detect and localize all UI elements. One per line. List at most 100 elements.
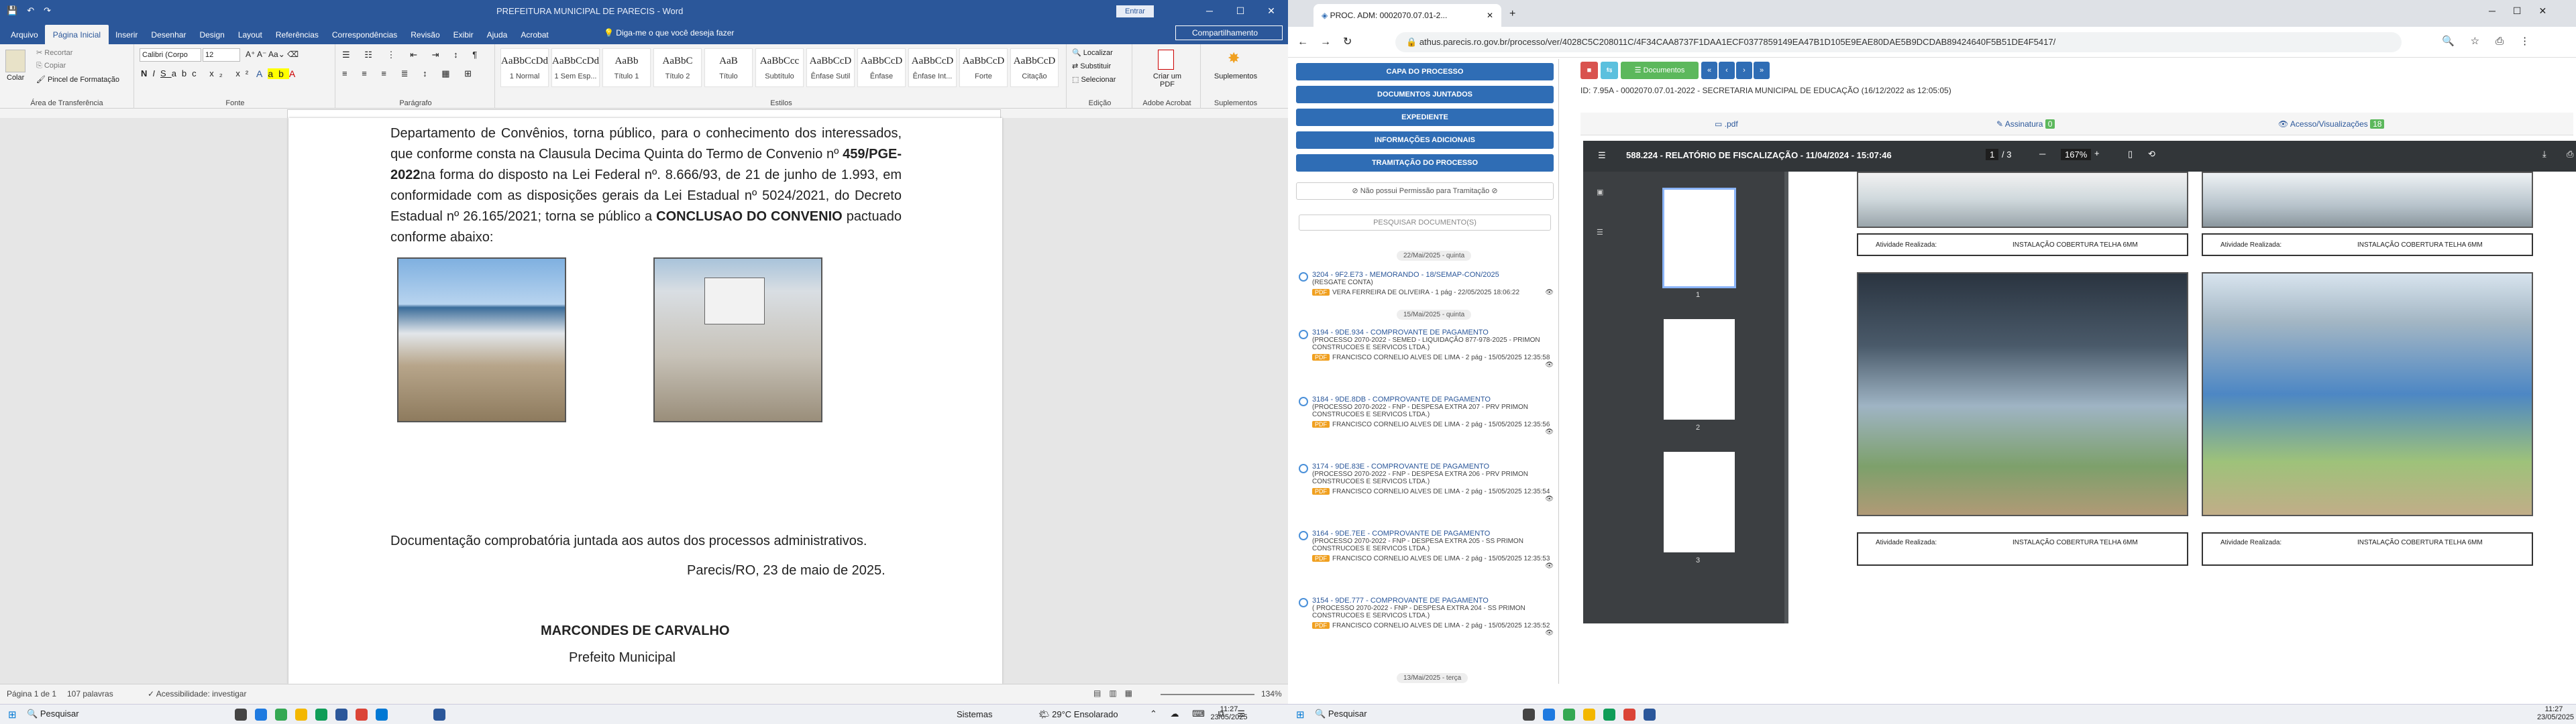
rotate-icon[interactable]: ⟲ [2148, 149, 2155, 160]
first-icon[interactable]: « [1701, 62, 1717, 79]
undo-icon[interactable]: ↶ [27, 5, 34, 16]
style-10[interactable]: AaBbCcD Citação [1010, 48, 1059, 87]
fit-page-icon[interactable]: ▯ [2128, 149, 2133, 160]
font-family-select[interactable]: Calibri (Corpo [140, 48, 201, 62]
style-2[interactable]: AaBb Título 1 [602, 48, 651, 87]
style-8[interactable]: AaBbCcD Ênfase Int... [908, 48, 957, 87]
tab-close-icon[interactable]: ✕ [1487, 11, 1493, 20]
list-icons[interactable]: ☰ ☷ ⋮ ⇤ ⇥ ↕ ¶ [342, 50, 483, 60]
font-format-icons[interactable]: NISabc x₂ x² [141, 68, 254, 78]
chrome-alt-icon-2[interactable] [1623, 709, 1635, 721]
page-count[interactable]: Página 1 de 1 [7, 689, 56, 699]
prev-icon[interactable]: ‹ [1719, 62, 1735, 79]
addins-button[interactable]: Suplementos [1209, 72, 1263, 80]
tab-2[interactable]: Inserir [109, 27, 144, 44]
document-list-item[interactable]: 3174 - 9DE.83E - COMPROVANTE DE PAGAMENT… [1296, 463, 1554, 503]
create-pdf-icon[interactable] [1158, 50, 1174, 70]
paste-icon[interactable] [5, 50, 25, 72]
outlook-icon[interactable] [335, 709, 347, 721]
document-list-item[interactable]: 3194 - 9DE.934 - COMPROVANTE DE PAGAMENT… [1296, 328, 1554, 369]
thumbnail-page-2[interactable] [1664, 319, 1735, 420]
url-input[interactable]: 🔒 athus.parecis.ro.gov.br/processo/ver/4… [1395, 32, 2402, 52]
systems-label[interactable]: Sistemas [957, 709, 992, 719]
documentos-button[interactable]: ☰ Documentos [1621, 62, 1699, 79]
tab-1[interactable]: Página Inicial [44, 25, 109, 44]
download-icon[interactable]: ⤓ [2542, 149, 2546, 160]
word-taskbar-icon-2[interactable] [1644, 709, 1656, 721]
edge-icon[interactable] [255, 709, 267, 721]
style-6[interactable]: AaBbCcD Ênfase Sutil [806, 48, 855, 87]
menu-icon[interactable]: ☰ [1598, 150, 1606, 161]
style-0[interactable]: AaBbCcDd 1 Normal [500, 48, 549, 87]
last-icon[interactable]: » [1754, 62, 1770, 79]
outline-view-icon[interactable]: ☰ [1597, 228, 1603, 237]
document-list-item[interactable]: 3154 - 9DE.777 - COMPROVANTE DE PAGAMENT… [1296, 597, 1554, 637]
style-4[interactable]: AaB Título [704, 48, 753, 87]
zoom-out-icon[interactable]: ─ [2039, 149, 2045, 159]
minimize-icon[interactable]: ─ [1194, 0, 1225, 21]
maximize-icon[interactable]: ☐ [1225, 0, 1256, 21]
style-7[interactable]: AaBbCcD Ênfase [857, 48, 906, 87]
share-icon[interactable]: ⇆ [1601, 62, 1618, 79]
view-icon[interactable]: 👁 [1545, 289, 1554, 296]
chrome-alt-icon[interactable] [356, 709, 368, 721]
save-icon[interactable]: 💾 [7, 5, 17, 16]
view-icon[interactable]: 👁 [1545, 495, 1554, 503]
tab-9[interactable]: Exibir [447, 27, 480, 44]
pdf-zoom[interactable]: 167% [2061, 149, 2092, 160]
pdf-page-content[interactable]: Atividade Realizada: INSTALAÇÃO COBERTURA… [1788, 172, 2576, 623]
style-9[interactable]: AaBbCcD Forte [959, 48, 1008, 87]
tab-6[interactable]: Referências [269, 27, 325, 44]
zoom-level[interactable]: 134% [1261, 689, 1282, 699]
accessibility-status[interactable]: ✓ Acessibilidade: investigar [148, 689, 246, 699]
nav-icons[interactable]: ←→↻ [1297, 35, 1364, 48]
print-icon[interactable]: ⎙ [2567, 149, 2573, 160]
document-list-item[interactable]: 3164 - 9DE.7EE - COMPROVANTE DE PAGAMENT… [1296, 530, 1554, 570]
clock-right[interactable]: 11:27 23/05/2025 [2537, 705, 2574, 721]
tab-8[interactable]: Revisão [404, 27, 446, 44]
next-icon[interactable]: › [1736, 62, 1752, 79]
sidepanel-button-0[interactable]: CAPA DO PROCESSO [1296, 63, 1554, 80]
view-icon[interactable]: 👁 [1545, 361, 1554, 369]
tab-3[interactable]: Desenhar [144, 27, 193, 44]
zoom-in-icon[interactable]: + [2094, 148, 2100, 158]
edge-icon-2[interactable] [1543, 709, 1555, 721]
tab-11[interactable]: Acrobat [514, 27, 555, 44]
sidepanel-button-1[interactable]: DOCUMENTOS JUNTADOS [1296, 86, 1554, 103]
find-button[interactable]: 🔍 Localizar [1072, 48, 1113, 57]
close-icon[interactable]: ✕ [1256, 0, 1287, 21]
sidepanel-button-3[interactable]: INFORMAÇÕES ADICIONAIS [1296, 131, 1554, 149]
style-3[interactable]: AaBbC Título 2 [653, 48, 702, 87]
thumbnail-page-1[interactable] [1662, 188, 1736, 288]
view-icon[interactable]: 👁 [1545, 562, 1554, 570]
word-taskbar-icon[interactable] [433, 709, 445, 721]
view-icons[interactable]: ▤▥▦ [1093, 688, 1140, 698]
signin-button[interactable]: Entrar [1116, 5, 1154, 17]
cut-button[interactable]: ✂ Recortar [36, 48, 72, 57]
tab-4[interactable]: Design [193, 27, 231, 44]
format-painter-button[interactable]: 🖌 Pincel de Formatação [36, 75, 119, 84]
tab-10[interactable]: Ajuda [480, 27, 515, 44]
chrome-blue-icon[interactable] [376, 709, 388, 721]
weather-widget[interactable]: 🌤 29°C Ensolarado [1038, 709, 1118, 720]
tab-pdf[interactable]: ▭ .pdf [1715, 119, 1738, 129]
browser-toolbar-icons[interactable]: 🔍☆⎙⋮ [2442, 35, 2546, 47]
new-tab-icon[interactable]: + [1509, 8, 1515, 20]
chrome-icon[interactable] [275, 709, 287, 721]
tell-me-box[interactable]: 💡 Diga-me o que você deseja fazer [604, 28, 734, 38]
word-count[interactable]: 107 palavras [67, 689, 113, 699]
view-icon[interactable]: 👁 [1545, 629, 1554, 637]
excel-icon-2[interactable] [1603, 709, 1615, 721]
stop-icon[interactable]: ■ [1580, 62, 1598, 79]
file-explorer-icon-2[interactable] [1583, 709, 1595, 721]
document-list-item[interactable]: 3184 - 9DE.8DB - COMPROVANTE DE PAGAMENT… [1296, 396, 1554, 436]
windows-start-icon-2[interactable]: ⊞ [1296, 709, 1305, 721]
pdf-page-input[interactable]: 1 [1986, 149, 1999, 160]
zoom-slider[interactable] [1161, 694, 1254, 695]
create-pdf-button[interactable]: Criar um PDF [1147, 72, 1187, 88]
tab-7[interactable]: Correspondências [325, 27, 404, 44]
task-view-icon-2[interactable] [1523, 709, 1535, 721]
thumbnail-page-3[interactable] [1664, 452, 1735, 552]
task-view-icon[interactable] [235, 709, 247, 721]
style-1[interactable]: AaBbCcDd 1 Sem Esp... [551, 48, 600, 87]
